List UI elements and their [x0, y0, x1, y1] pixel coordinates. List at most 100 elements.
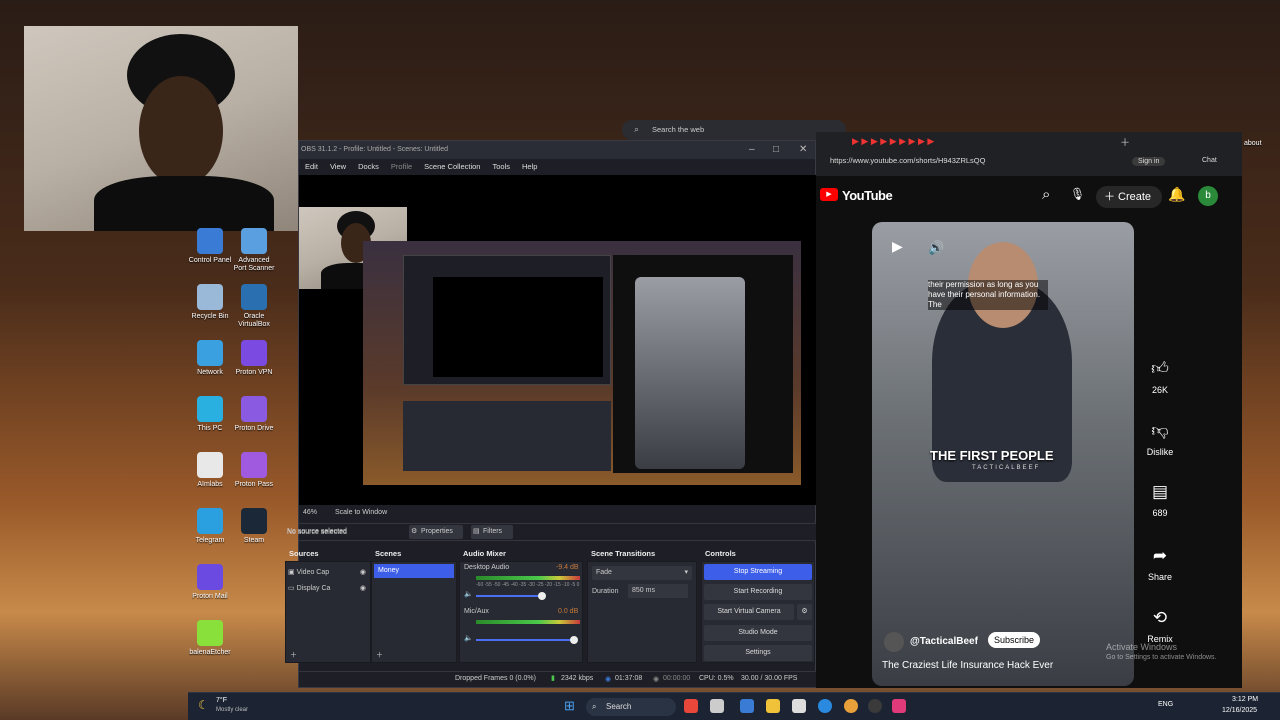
speaker-icon[interactable]: 🔈 [464, 634, 473, 642]
menu-item[interactable]: Help [522, 159, 537, 175]
web-search-bar[interactable]: ⌕ Search the web [622, 120, 846, 140]
scale-dropdown[interactable]: Scale to Window [335, 509, 387, 516]
avatar[interactable]: b [1198, 186, 1218, 206]
menu-item[interactable]: Scene Collection [424, 159, 480, 175]
menu-item[interactable]: Edit [305, 159, 318, 175]
zoom-label[interactable]: 46% [303, 509, 317, 516]
url-bar[interactable]: https://www.youtube.com/shorts/H943ZRLsQ… [816, 152, 1242, 176]
source-item[interactable]: ▣ Video Cap ◉ [288, 568, 368, 576]
app-icon[interactable] [892, 699, 906, 713]
chevron-down-icon: ▾ [684, 569, 688, 576]
create-button[interactable]: ＋ Create [1096, 186, 1162, 208]
settings-button[interactable]: Settings [704, 645, 812, 661]
desktop-icon[interactable]: Network [188, 340, 232, 377]
desktop-icon[interactable]: This PC [188, 396, 232, 433]
dislike-button[interactable]: 👎︎ Dislike [1138, 420, 1182, 457]
search-icon[interactable]: ⌕ [1042, 186, 1050, 203]
desktop-icon[interactable]: Proton Drive [232, 396, 276, 433]
menu-item[interactable]: Docks [358, 159, 379, 175]
folder-icon[interactable] [766, 699, 780, 713]
desktop-audio-slider[interactable] [476, 595, 540, 597]
eye-icon[interactable]: ◉ [360, 568, 366, 576]
mic-icon[interactable]: 🎙 [1070, 187, 1085, 201]
clock-time[interactable]: 3:12 PM [1232, 696, 1258, 703]
app-icon[interactable] [684, 699, 698, 713]
play-icon[interactable]: ▶ [892, 238, 903, 255]
scene-item-money[interactable]: Money [374, 564, 454, 578]
bell-icon[interactable]: 🔔 [1168, 186, 1185, 203]
gear-icon[interactable]: ⚙ [797, 604, 812, 620]
app-icon [241, 396, 267, 422]
menu-item[interactable]: View [330, 159, 346, 175]
desktop-icon-label: Control Panel [188, 257, 232, 264]
task-view-icon[interactable] [710, 699, 724, 713]
desktop-icon[interactable]: Telegram [188, 508, 232, 545]
desktop-audio-label: Desktop Audio [464, 564, 510, 571]
weather-text[interactable]: Mostly clear [216, 707, 248, 713]
desktop-icon[interactable]: Proton Mail [188, 564, 232, 601]
desktop-icon[interactable]: AImlabs [188, 452, 232, 489]
search-icon: ⌕ [634, 124, 640, 134]
obs-preview[interactable] [299, 175, 817, 505]
youtube-logo[interactable]: YouTube [842, 188, 893, 203]
desktop-audio-knob[interactable] [538, 592, 546, 600]
channel-avatar[interactable] [884, 632, 904, 652]
subscribe-button[interactable]: Subscribe [988, 632, 1041, 648]
close-icon[interactable]: ✕ [799, 141, 807, 159]
maximize-icon[interactable]: □ [773, 141, 779, 159]
desktop-icon[interactable]: Steam [232, 508, 276, 545]
short-title[interactable]: The Craziest Life Insurance Hack Ever [882, 660, 1053, 671]
properties-button[interactable]: ⚙ Properties [409, 525, 463, 539]
desktop-icon[interactable]: Proton Pass [232, 452, 276, 489]
comments-button[interactable]: ▤ 689 [1138, 482, 1182, 518]
chat-button[interactable]: Chat [1202, 157, 1217, 164]
short-video[interactable]: ▶ 🔊 their permission as long as you have… [872, 222, 1134, 686]
start-recording-button[interactable]: Start Recording [704, 584, 812, 600]
mic-aux-knob[interactable] [570, 636, 578, 644]
desktop-icon[interactable]: Proton VPN [232, 340, 276, 377]
chrome-icon[interactable] [844, 699, 858, 713]
clock-date[interactable]: 12/16/2025 [1222, 707, 1257, 714]
youtube-tab-icon[interactable]: ▶ ▶ ▶ ▶ ▶ ▶ ▶ ▶ ▶ [852, 136, 934, 147]
volume-icon[interactable]: 🔊 [928, 240, 944, 256]
camera-icon: ▣ [288, 569, 295, 576]
webcam-overlay-main [24, 26, 298, 231]
stop-streaming-button[interactable]: Stop Streaming [704, 564, 812, 580]
remix-button[interactable]: ⟲ Remix [1138, 608, 1182, 644]
edge-icon[interactable] [818, 699, 832, 713]
like-button[interactable]: 👍︎ 26K [1138, 358, 1182, 395]
new-tab-icon[interactable]: ＋ [1120, 134, 1130, 149]
taskbar-search[interactable]: ⌕ Search [586, 698, 676, 716]
add-source-icon[interactable]: ＋ [290, 650, 297, 660]
share-button[interactable]: ➦ Share [1138, 546, 1182, 582]
minimize-icon[interactable]: – [749, 141, 755, 159]
channel-name[interactable]: @TacticalBeef [910, 636, 978, 647]
transition-select[interactable]: Fade ▾ [592, 566, 692, 580]
menu-item[interactable]: Tools [492, 159, 510, 175]
mic-aux-slider[interactable] [476, 639, 572, 641]
filters-button[interactable]: ▤ Filters [471, 525, 513, 539]
desktop-icon[interactable]: balenaEtcher [188, 620, 232, 657]
windows-start-icon[interactable]: ⊞ [564, 698, 575, 714]
obs-icon[interactable] [868, 699, 882, 713]
store-icon[interactable] [740, 699, 754, 713]
x-icon[interactable] [792, 699, 806, 713]
youtube-logo-icon[interactable]: ▶ [820, 188, 838, 201]
eye-icon[interactable]: ◉ [360, 584, 366, 592]
desktop-icon[interactable]: Control Panel [188, 228, 232, 265]
speaker-icon[interactable]: 🔈 [464, 590, 473, 598]
sign-in-button[interactable]: Sign in [1132, 157, 1166, 166]
menu-item[interactable]: Profile [391, 159, 412, 175]
desktop-icon[interactable]: Oracle VirtualBox [232, 284, 276, 329]
weather-temp[interactable]: 7°F [216, 697, 227, 704]
studio-mode-button[interactable]: Studio Mode [704, 625, 812, 641]
desktop-icon[interactable]: Advanced Port Scanner [232, 228, 276, 273]
start-virtual-camera-button[interactable]: Start Virtual Camera [704, 604, 794, 620]
activate-windows-title: Activate Windows [1106, 642, 1178, 652]
add-scene-icon[interactable]: ＋ [376, 650, 383, 660]
activate-windows-text: Go to Settings to activate Windows. [1106, 654, 1217, 661]
desktop-icon[interactable]: Recycle Bin [188, 284, 232, 321]
language-indicator[interactable]: ENG [1158, 701, 1173, 708]
duration-input[interactable]: 850 ms [628, 584, 688, 598]
source-item[interactable]: ▭ Display Ca ◉ [288, 584, 368, 592]
